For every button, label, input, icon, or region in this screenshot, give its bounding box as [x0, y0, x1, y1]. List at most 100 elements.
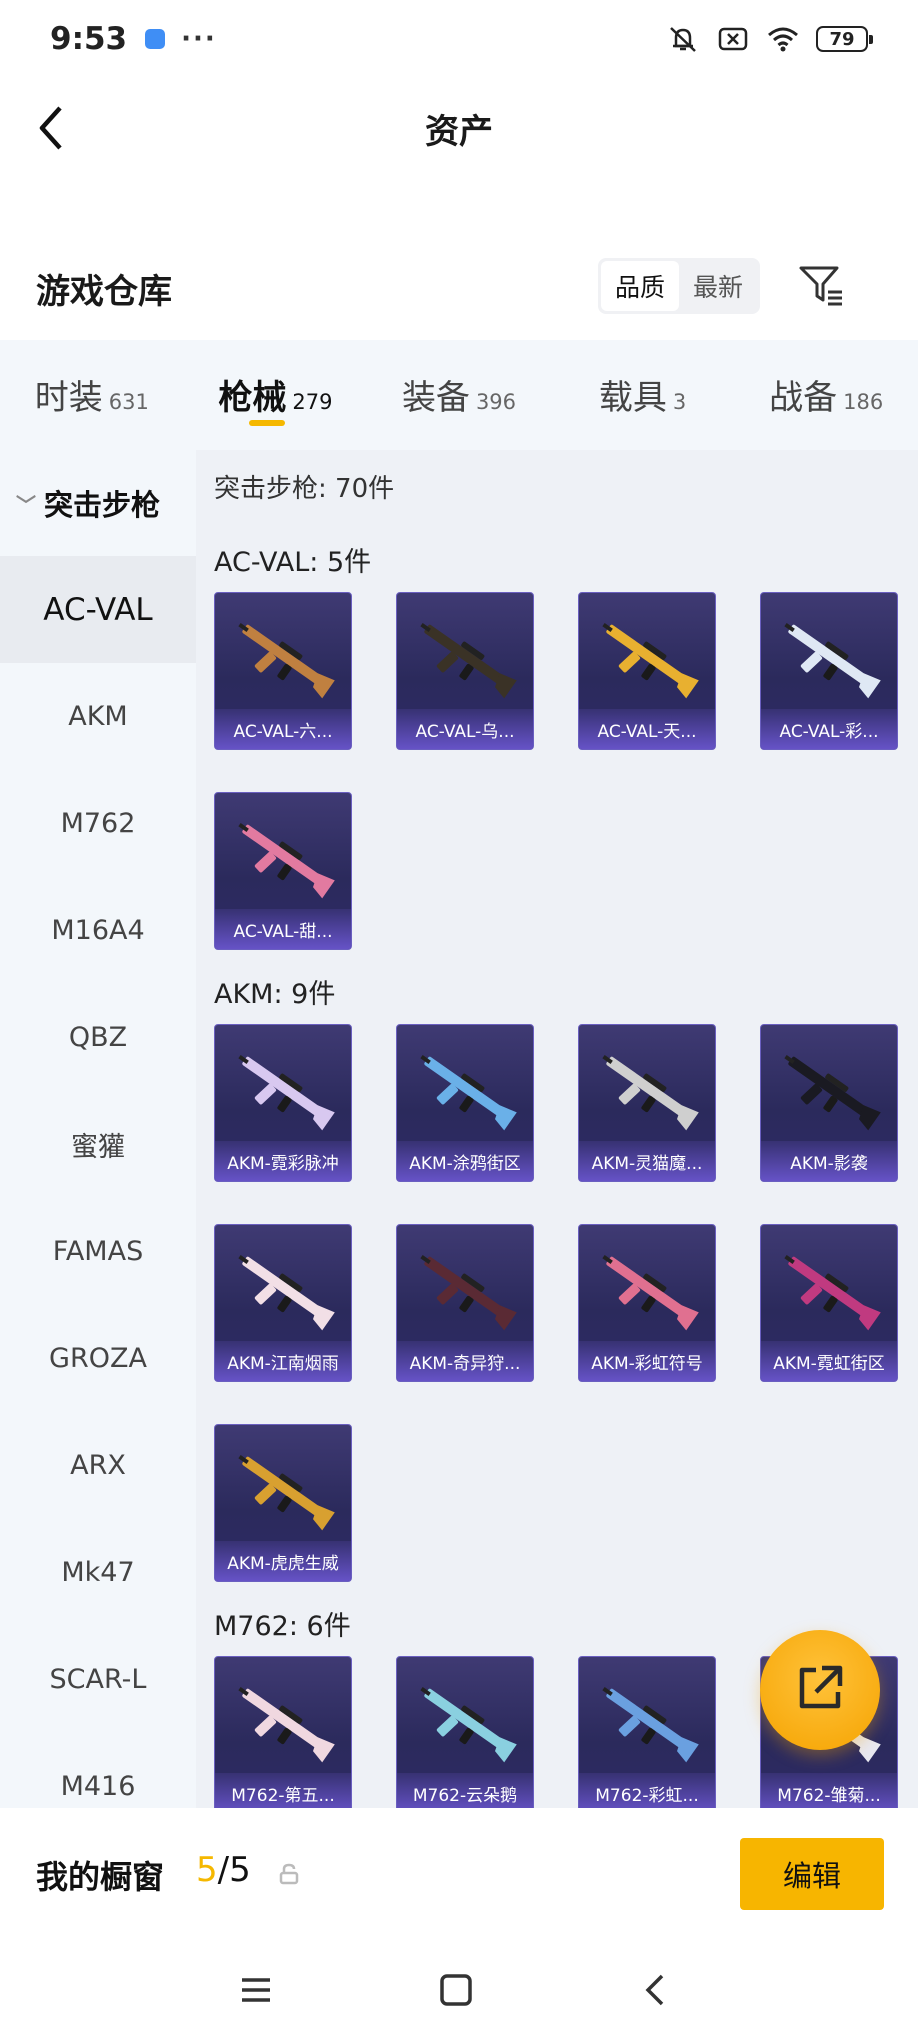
sidebar-item-m416[interactable]: M416 — [0, 1733, 196, 1808]
weapon-card[interactable]: AKM-涂鸦街区 — [396, 1024, 534, 1182]
gun-icon — [593, 1671, 703, 1771]
tab-count: 3 — [672, 390, 687, 414]
lock-icon — [278, 1862, 300, 1886]
tab-count: 279 — [292, 390, 333, 414]
battery-icon: 79 — [816, 26, 873, 52]
weapon-card[interactable]: AKM-奇异狩... — [396, 1224, 534, 1382]
warehouse-title: 游戏仓库 — [36, 272, 172, 312]
tab-equipment[interactable]: 装备 396 — [367, 340, 551, 450]
tab-label: 装备 — [401, 378, 470, 418]
weapon-name: AKM-灵猫魔... — [579, 1141, 715, 1181]
group-title-akm: AKM: 9件 — [214, 979, 336, 1010]
menu-icon[interactable] — [234, 1968, 278, 2012]
category-tabs: 时装 631 枪械 279 装备 396 载具 3 战备 186 — [0, 340, 918, 450]
sidebar-category-assault-rifles[interactable]: ﹀ 突击步枪 — [0, 450, 196, 556]
wifi-icon — [766, 24, 800, 54]
tab-label: 载具 — [598, 378, 667, 418]
weapon-name: AC-VAL-天... — [579, 709, 715, 749]
weapon-card[interactable]: AC-VAL-乌... — [396, 592, 534, 750]
edit-button[interactable]: 编辑 — [740, 1838, 884, 1910]
more-notifications-icon: ··· — [181, 24, 217, 54]
weapon-name: AKM-彩虹符号 — [579, 1341, 715, 1381]
weapon-card[interactable]: AKM-彩虹符号 — [578, 1224, 716, 1382]
weapon-name: M762-彩虹... — [579, 1773, 715, 1808]
showcase-count: 5/5 — [196, 1850, 251, 1890]
weapon-name: AC-VAL-甜... — [215, 909, 351, 949]
weapon-card[interactable]: AKM-霓彩脉冲 — [214, 1024, 352, 1182]
weapon-name: M762-雏菊... — [761, 1773, 897, 1808]
warehouse-header: 游戏仓库 品质 最新 — [0, 240, 918, 340]
tab-count: 396 — [475, 390, 517, 414]
weapon-name: AKM-奇异狩... — [397, 1341, 533, 1381]
status-time: 9:53 — [50, 21, 128, 57]
home-icon[interactable] — [434, 1968, 478, 2012]
sidebar-item-honey-badger[interactable]: 蜜獾 — [0, 1091, 196, 1198]
weapon-name: AKM-江南烟雨 — [215, 1341, 351, 1381]
gun-icon — [593, 1039, 703, 1139]
gun-icon — [411, 1671, 521, 1771]
sort-quality-button[interactable]: 品质 — [601, 261, 679, 311]
weapon-card[interactable]: AKM-灵猫魔... — [578, 1024, 716, 1182]
weapon-name: AKM-霓虹街区 — [761, 1341, 897, 1381]
sort-toggle: 品质 最新 — [598, 258, 760, 314]
tab-fashion[interactable]: 时装 631 — [0, 340, 184, 450]
weapon-name: M762-第五... — [215, 1773, 351, 1808]
showcase-current: 5 — [196, 1850, 218, 1890]
weapon-name: AKM-虎虎生威 — [215, 1541, 351, 1581]
tab-label: 枪械 — [218, 378, 287, 418]
gun-icon — [229, 1239, 339, 1339]
weapon-card[interactable]: AKM-霓虹街区 — [760, 1224, 898, 1382]
gun-icon — [411, 607, 521, 707]
tab-count: 186 — [843, 390, 884, 414]
sidebar-item-scar-l[interactable]: SCAR-L — [0, 1626, 196, 1733]
weapon-sidebar: ﹀ 突击步枪 AC-VAL AKM M762 M16A4 QBZ 蜜獾 FAMA… — [0, 450, 196, 1808]
sidebar-item-m762[interactable]: M762 — [0, 770, 196, 877]
sidebar-item-groza[interactable]: GROZA — [0, 1305, 196, 1412]
system-nav-bar — [0, 1938, 918, 2040]
weapon-card[interactable]: AC-VAL-天... — [578, 592, 716, 750]
weapon-name: AKM-霓彩脉冲 — [215, 1141, 351, 1181]
weapon-card[interactable]: M762-第五... — [214, 1656, 352, 1808]
gun-icon — [229, 1439, 339, 1539]
weapon-card[interactable]: AC-VAL-六... — [214, 592, 352, 750]
weapon-card[interactable]: M762-彩虹... — [578, 1656, 716, 1808]
category-count-title: 突击步枪: 70件 — [214, 474, 395, 504]
weapon-card[interactable]: M762-云朵鹅 — [396, 1656, 534, 1808]
weapon-card[interactable]: AC-VAL-甜... — [214, 792, 352, 950]
share-fab-button[interactable] — [760, 1630, 880, 1750]
sidebar-category-label: 突击步枪 — [44, 488, 161, 522]
sort-newest-button[interactable]: 最新 — [679, 261, 757, 311]
weapon-grid: 突击步枪: 70件 AC-VAL: 5件 AC-VAL-六... AC-VAL-… — [196, 450, 918, 1808]
weapon-name: M762-云朵鹅 — [397, 1773, 533, 1808]
weapon-card[interactable]: AKM-江南烟雨 — [214, 1224, 352, 1382]
tab-vehicles[interactable]: 载具 3 — [551, 340, 735, 450]
sidebar-item-mk47[interactable]: Mk47 — [0, 1519, 196, 1626]
tab-supplies[interactable]: 战备 186 — [734, 340, 918, 450]
group-title-m762: M762: 6件 — [214, 1611, 351, 1642]
mute-icon — [666, 24, 700, 54]
sidebar-item-arx[interactable]: ARX — [0, 1412, 196, 1519]
back-nav-icon[interactable] — [634, 1968, 678, 2012]
weapon-card[interactable]: AKM-影袭 — [760, 1024, 898, 1182]
weapon-card[interactable]: AKM-虎虎生威 — [214, 1424, 352, 1582]
tab-firearms[interactable]: 枪械 279 — [184, 340, 368, 450]
sidebar-item-akm[interactable]: AKM — [0, 663, 196, 770]
sidebar-item-qbz[interactable]: QBZ — [0, 984, 196, 1091]
gun-icon — [229, 607, 339, 707]
tab-label: 战备 — [769, 378, 838, 418]
status-bar: 9:53 ··· 79 — [0, 0, 918, 78]
sidebar-item-m16a4[interactable]: M16A4 — [0, 877, 196, 984]
sidebar-item-famas[interactable]: FAMAS — [0, 1198, 196, 1305]
share-external-icon — [794, 1662, 846, 1718]
showcase-label: 我的橱窗 — [36, 1858, 165, 1896]
filter-icon[interactable] — [796, 260, 846, 310]
gun-icon — [229, 807, 339, 907]
tab-label: 时装 — [34, 378, 103, 418]
sidebar-item-acval[interactable]: AC-VAL — [0, 556, 196, 663]
weapon-card[interactable]: AC-VAL-彩... — [760, 592, 898, 750]
showcase-total: /5 — [217, 1850, 251, 1890]
no-sim-icon — [716, 24, 750, 54]
gun-icon — [593, 1239, 703, 1339]
gun-icon — [411, 1039, 521, 1139]
group-title-acval: AC-VAL: 5件 — [214, 547, 372, 578]
